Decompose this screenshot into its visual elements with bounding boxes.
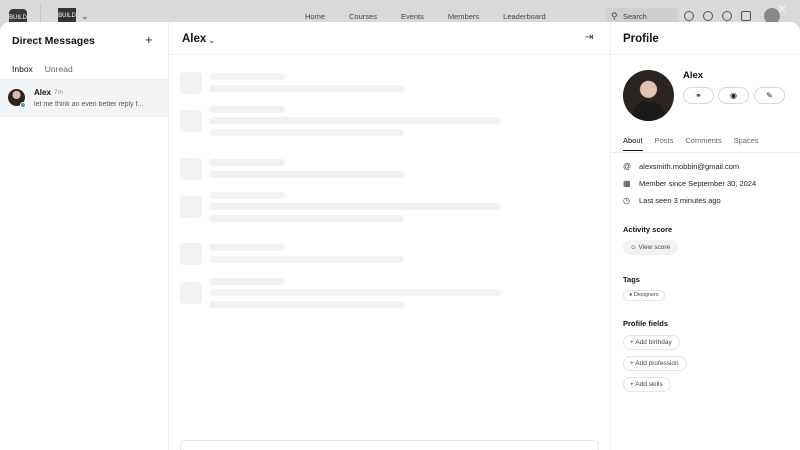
add-profession-label: Add profession bbox=[635, 360, 679, 367]
profile-avatar bbox=[623, 70, 674, 121]
chat-pane: Alex ⌄ ⇥ bbox=[169, 22, 610, 450]
tab-about[interactable]: About bbox=[623, 136, 643, 151]
messages-modal: Direct Messages + Inbox Unread Alex 7m l… bbox=[0, 22, 800, 450]
bookmark-icon[interactable] bbox=[741, 11, 751, 21]
nav-link-members[interactable]: Members bbox=[448, 12, 479, 21]
smile-icon: ☺ bbox=[630, 244, 637, 251]
tab-posts[interactable]: Posts bbox=[655, 136, 674, 151]
conversation-item[interactable]: Alex 7m let me think an even better repl… bbox=[0, 80, 168, 117]
view-score-button[interactable]: ☺ View score bbox=[623, 240, 679, 255]
activity-score-heading: Activity score bbox=[623, 225, 673, 234]
add-birthday-label: Add birthday bbox=[635, 339, 672, 346]
tag-emoji-icon: ● bbox=[629, 292, 633, 298]
profile-tabs-divider bbox=[611, 152, 800, 153]
online-status-dot bbox=[20, 102, 26, 108]
conversation-name: Alex bbox=[34, 88, 51, 97]
add-birthday-button[interactable]: + Add birthday bbox=[623, 335, 680, 350]
nav-links: Home Courses Events Members Leaderboard bbox=[305, 12, 570, 21]
profile-email: alexsmith.mobbin@gmail.com bbox=[639, 162, 740, 171]
edit-profile-button[interactable]: ✎ bbox=[754, 87, 785, 104]
member-since: Member since September 30, 2024 bbox=[639, 179, 757, 188]
dm-title: Direct Messages bbox=[12, 35, 95, 47]
dm-tabs: Inbox Unread bbox=[12, 64, 85, 80]
nav-link-courses[interactable]: Courses bbox=[349, 12, 377, 21]
chat-bubble-icon[interactable] bbox=[703, 11, 713, 21]
add-profession-button[interactable]: + Add profession bbox=[623, 356, 687, 371]
conversation-preview: let me think an even better reply f... bbox=[34, 101, 144, 108]
add-skills-label: Add skills bbox=[635, 381, 663, 388]
search-label: Search bbox=[623, 12, 647, 21]
last-seen: Last seen 3 minutes ago bbox=[639, 196, 721, 205]
message-composer[interactable] bbox=[180, 440, 599, 450]
tab-unread[interactable]: Unread bbox=[45, 64, 73, 80]
view-profile-button[interactable]: ◉ bbox=[718, 87, 749, 104]
conversation-time: 7m bbox=[54, 89, 64, 96]
tags-heading: Tags bbox=[623, 275, 640, 284]
profile-title: Profile bbox=[623, 33, 659, 45]
dm-sidebar: Direct Messages + Inbox Unread Alex 7m l… bbox=[0, 22, 169, 450]
plus-icon: + bbox=[630, 339, 634, 346]
last-seen-row: ◷ Last seen 3 minutes ago bbox=[623, 196, 721, 205]
link-icon: ⚭ bbox=[695, 91, 702, 100]
new-message-button[interactable]: + bbox=[145, 32, 153, 47]
tag-chip[interactable]: ● Designers bbox=[623, 290, 665, 301]
collapse-panel-icon[interactable]: ⇥ bbox=[585, 32, 593, 43]
plus-icon: + bbox=[630, 360, 634, 367]
messages-icon[interactable] bbox=[722, 11, 732, 21]
eye-icon: ◉ bbox=[730, 91, 737, 100]
profile-pane: Profile Alex ⚭ ◉ ✎ About Posts Comments … bbox=[610, 22, 800, 450]
chevron-down-icon[interactable]: ⌄ bbox=[81, 11, 89, 22]
pencil-icon: ✎ bbox=[766, 91, 773, 100]
chat-title[interactable]: Alex bbox=[182, 33, 206, 45]
email-row: @ alexsmith.mobbin@gmail.com bbox=[623, 162, 739, 171]
profile-name: Alex bbox=[683, 70, 704, 81]
nav-link-events[interactable]: Events bbox=[401, 12, 424, 21]
calendar-icon: ▦ bbox=[623, 179, 631, 188]
profile-fields-heading: Profile fields bbox=[623, 319, 669, 328]
member-since-row: ▦ Member since September 30, 2024 bbox=[623, 179, 756, 188]
chevron-down-icon[interactable]: ⌄ bbox=[208, 35, 216, 46]
close-icon[interactable]: ✕ bbox=[776, 3, 788, 15]
at-sign-icon: @ bbox=[623, 162, 632, 171]
bell-icon[interactable] bbox=[684, 11, 694, 21]
tab-comments[interactable]: Comments bbox=[685, 136, 721, 151]
nav-link-home[interactable]: Home bbox=[305, 12, 325, 21]
plus-icon: + bbox=[630, 381, 634, 388]
view-score-label: View score bbox=[638, 244, 671, 251]
profile-header-divider bbox=[611, 54, 800, 55]
add-skills-button[interactable]: + Add skills bbox=[623, 377, 671, 392]
tab-inbox[interactable]: Inbox bbox=[12, 64, 33, 80]
tag-label: Designers bbox=[633, 292, 659, 298]
profile-tabs: About Posts Comments Spaces bbox=[623, 136, 771, 151]
tab-spaces[interactable]: Spaces bbox=[734, 136, 759, 151]
nav-link-leaderboard[interactable]: Leaderboard bbox=[503, 12, 546, 21]
copy-link-button[interactable]: ⚭ bbox=[683, 87, 714, 104]
clock-icon: ◷ bbox=[623, 196, 630, 205]
chat-header-divider bbox=[169, 54, 610, 55]
